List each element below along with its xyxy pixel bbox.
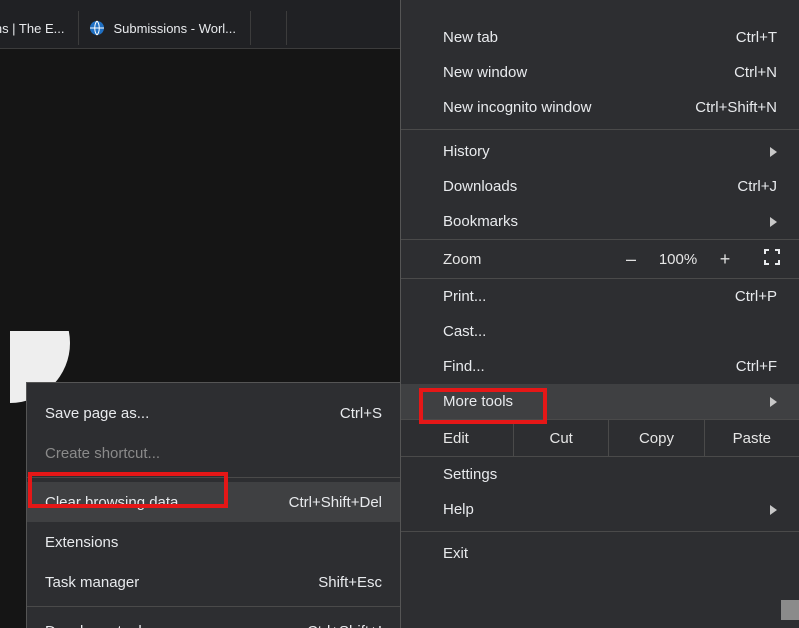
submenu-arrow-icon [770, 147, 777, 157]
menu-item-history[interactable]: History [401, 134, 799, 169]
menu-item-cast[interactable]: Cast... [401, 314, 799, 349]
menu-shortcut: Ctrl+Shift+I [307, 623, 382, 628]
edit-copy-button[interactable]: Copy [608, 420, 703, 456]
browser-tab[interactable]: missions | The E... [0, 11, 79, 45]
submenu-item-developer-tools[interactable]: Developer tools Ctrl+Shift+I [27, 611, 400, 628]
scrollbar-fragment [781, 600, 799, 620]
menu-shortcut: Ctrl+Shift+Del [289, 494, 382, 511]
menu-item-more-tools[interactable]: More tools [401, 384, 799, 419]
menu-label: More tools [443, 393, 513, 410]
menu-shortcut: Ctrl+J [737, 178, 777, 195]
menu-item-downloads[interactable]: Downloads Ctrl+J [401, 169, 799, 204]
menu-label: Cast... [443, 323, 486, 340]
menu-label: Exit [443, 545, 468, 562]
menu-separator [27, 606, 400, 607]
menu-label: New incognito window [443, 99, 591, 116]
tab-title: Submissions - Worl... [113, 21, 236, 36]
menu-separator [401, 531, 799, 532]
menu-label: Clear browsing data... [45, 494, 191, 511]
menu-shortcut: Ctrl+N [734, 64, 777, 81]
menu-label: History [443, 143, 490, 160]
menu-shortcut: Ctrl+T [736, 29, 777, 46]
menu-label: Print... [443, 288, 486, 305]
menu-shortcut: Ctrl+S [340, 405, 382, 422]
zoom-in-button[interactable]: + [705, 249, 745, 270]
submenu-item-extensions[interactable]: Extensions [27, 522, 400, 562]
fullscreen-icon[interactable] [763, 248, 781, 270]
more-tools-submenu: Save page as... Ctrl+S Create shortcut..… [26, 382, 400, 628]
menu-shortcut: Ctrl+Shift+N [695, 99, 777, 116]
browser-tab[interactable] [251, 11, 287, 45]
menu-label: New window [443, 64, 527, 81]
menu-label: Developer tools [45, 623, 149, 628]
menu-label: Edit [443, 430, 513, 447]
menu-label: Bookmarks [443, 213, 518, 230]
menu-label: Extensions [45, 534, 118, 551]
menu-item-new-tab[interactable]: New tab Ctrl+T [401, 20, 799, 55]
menu-shortcut: Ctrl+F [736, 358, 777, 375]
zoom-value: 100% [651, 251, 705, 268]
menu-label: Downloads [443, 178, 517, 195]
submenu-item-save-page[interactable]: Save page as... Ctrl+S [27, 393, 400, 433]
edit-cut-button[interactable]: Cut [513, 420, 608, 456]
menu-item-exit[interactable]: Exit [401, 536, 799, 571]
menu-shortcut: Shift+Esc [318, 574, 382, 591]
menu-item-settings[interactable]: Settings [401, 457, 799, 492]
menu-item-bookmarks[interactable]: Bookmarks [401, 204, 799, 239]
menu-item-new-window[interactable]: New window Ctrl+N [401, 55, 799, 90]
menu-separator [27, 477, 400, 478]
menu-item-find[interactable]: Find... Ctrl+F [401, 349, 799, 384]
submenu-arrow-icon [770, 397, 777, 407]
submenu-arrow-icon [770, 217, 777, 227]
menu-item-new-incognito[interactable]: New incognito window Ctrl+Shift+N [401, 90, 799, 125]
menu-label: Find... [443, 358, 485, 375]
menu-label: Create shortcut... [45, 445, 160, 462]
menu-label: Help [443, 501, 474, 518]
menu-item-help[interactable]: Help [401, 492, 799, 527]
zoom-out-button[interactable]: – [611, 249, 651, 270]
menu-label: Task manager [45, 574, 139, 591]
edit-paste-button[interactable]: Paste [704, 420, 799, 456]
browser-tab[interactable]: Submissions - Worl... [79, 11, 251, 45]
submenu-item-clear-browsing-data[interactable]: Clear browsing data... Ctrl+Shift+Del [27, 482, 400, 522]
menu-label: Settings [443, 466, 497, 483]
menu-item-edit-row: Edit Cut Copy Paste [401, 419, 799, 457]
tab-title: missions | The E... [0, 21, 64, 36]
menu-shortcut: Ctrl+P [735, 288, 777, 305]
menu-label: Save page as... [45, 405, 149, 422]
submenu-arrow-icon [770, 505, 777, 515]
submenu-item-create-shortcut[interactable]: Create shortcut... [27, 433, 400, 473]
globe-icon [89, 20, 105, 36]
menu-item-zoom: Zoom – 100% + [401, 239, 799, 279]
menu-item-print[interactable]: Print... Ctrl+P [401, 279, 799, 314]
main-menu: New tab Ctrl+T New window Ctrl+N New inc… [400, 0, 799, 628]
menu-separator [401, 129, 799, 130]
menu-label: New tab [443, 29, 498, 46]
menu-label: Zoom [443, 251, 481, 268]
submenu-item-task-manager[interactable]: Task manager Shift+Esc [27, 562, 400, 602]
